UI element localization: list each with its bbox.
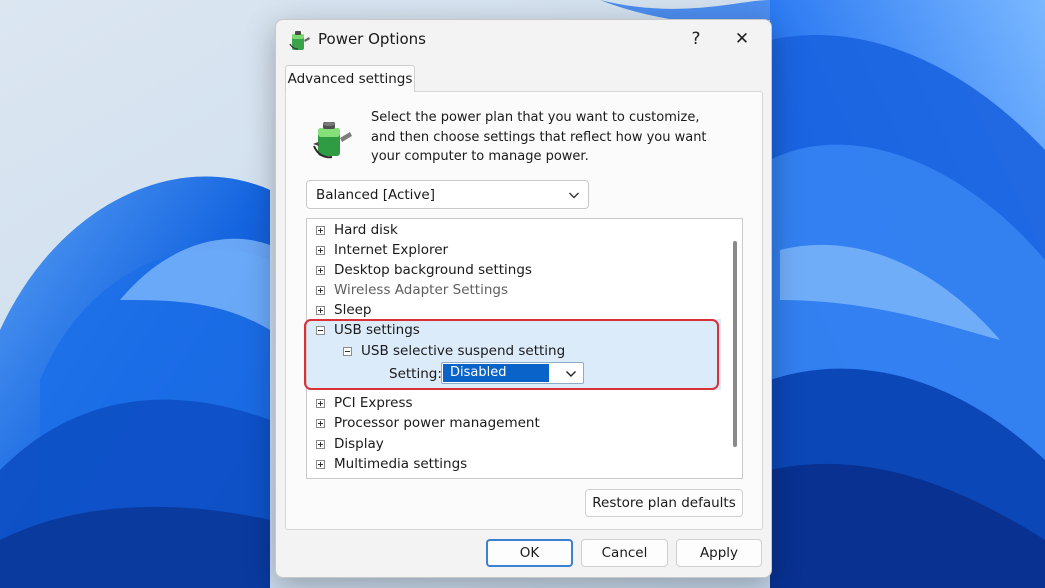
power-plan-dropdown[interactable]: Balanced [Active]: [306, 180, 589, 209]
setting-selected-value: Disabled: [443, 364, 549, 382]
tree-item-usb-selective-suspend[interactable]: USB selective suspend setting: [343, 341, 565, 361]
help-button[interactable]: ?: [676, 24, 716, 54]
title-bar[interactable]: Power Options ? ✕: [276, 20, 771, 60]
tree-item-label: USB selective suspend setting: [361, 343, 566, 359]
chevron-down-icon: [569, 192, 579, 199]
expand-plus-icon[interactable]: [316, 225, 325, 235]
expand-plus-icon[interactable]: [316, 418, 325, 428]
window-title: Power Options: [318, 30, 426, 48]
tree-item-sleep[interactable]: Sleep: [316, 300, 372, 320]
tree-item-label: Processor power management: [334, 415, 540, 431]
tree-item-label: Sleep: [334, 302, 372, 318]
settings-tree: Hard disk Internet Explorer Desktop back…: [306, 218, 743, 479]
power-options-dialog: Power Options ? ✕ Advanced settings Sele…: [275, 19, 772, 578]
expand-plus-icon[interactable]: [316, 459, 325, 469]
tree-item-internet-explorer[interactable]: Internet Explorer: [316, 240, 448, 260]
tree-item-label: Wireless Adapter Settings: [334, 282, 508, 298]
tree-item-label: USB settings: [334, 322, 420, 338]
tree-item-processor-power[interactable]: Processor power management: [316, 413, 540, 433]
tab-advanced-settings[interactable]: Advanced settings: [285, 65, 415, 92]
setting-label: Setting:: [389, 366, 442, 382]
scrollbar-thumb[interactable]: [733, 241, 737, 447]
tree-item-usb-settings[interactable]: USB settings: [316, 320, 420, 340]
battery-plug-icon: [313, 122, 352, 159]
tree-item-label: Multimedia settings: [334, 456, 468, 472]
usb-suspend-setting-dropdown[interactable]: Disabled: [441, 362, 584, 384]
tree-item-label: PCI Express: [334, 395, 413, 411]
tree-item-wireless-adapter[interactable]: Wireless Adapter Settings: [316, 280, 508, 300]
ok-button[interactable]: OK: [486, 539, 573, 567]
intro-text: Select the power plan that you want to c…: [371, 110, 707, 164]
expand-plus-icon[interactable]: [316, 439, 325, 449]
power-options-battery-icon: [289, 31, 310, 50]
tree-item-label: Desktop background settings: [334, 262, 532, 278]
collapse-minus-icon[interactable]: [316, 325, 325, 335]
apply-button[interactable]: Apply: [676, 539, 762, 567]
tree-item-label: Display: [334, 436, 384, 452]
tree-item-label: Internet Explorer: [334, 242, 449, 258]
tree-item-hard-disk[interactable]: Hard disk: [316, 220, 398, 240]
expand-plus-icon[interactable]: [316, 305, 325, 315]
tree-scrollbar[interactable]: [727, 219, 742, 478]
tree-item-desktop-background[interactable]: Desktop background settings: [316, 260, 532, 280]
tree-item-multimedia[interactable]: Multimedia settings: [316, 454, 467, 474]
cancel-button[interactable]: Cancel: [581, 539, 668, 567]
expand-plus-icon[interactable]: [316, 245, 325, 255]
expand-plus-icon[interactable]: [316, 285, 325, 295]
restore-plan-defaults-button[interactable]: Restore plan defaults: [585, 489, 743, 517]
power-plan-value: Balanced [Active]: [316, 187, 435, 203]
collapse-minus-icon[interactable]: [343, 346, 352, 356]
tree-item-label: Hard disk: [334, 222, 398, 238]
tree-item-pci-express[interactable]: PCI Express: [316, 393, 413, 413]
expand-plus-icon[interactable]: [316, 265, 325, 275]
chevron-down-icon: [566, 371, 576, 377]
expand-plus-icon[interactable]: [316, 398, 325, 408]
close-button[interactable]: ✕: [722, 24, 762, 54]
tree-item-display[interactable]: Display: [316, 434, 384, 454]
